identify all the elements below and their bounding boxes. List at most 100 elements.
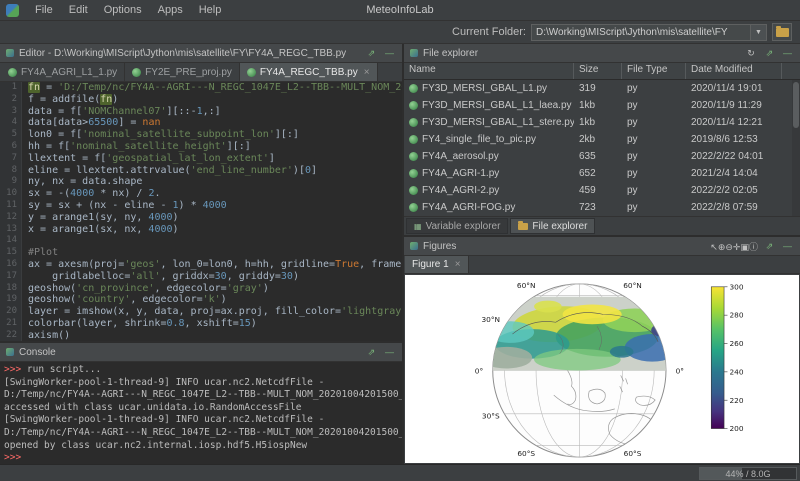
menu-apps[interactable]: Apps [150,4,191,16]
line-number: 13 [0,224,22,236]
file-modified: 2020/11/4 19:01 [686,83,782,94]
file-modified: 2021/2/4 14:04 [686,168,782,179]
figure-canvas[interactable]: 300280260240220200 60°N60°N30°N0°0°30°S6… [405,275,799,463]
file-row[interactable]: FY3D_MERSI_GBAL_L1.py319py2020/11/4 19:0… [404,80,800,97]
menu-file[interactable]: File [27,4,61,16]
chevron-down-icon[interactable]: ▼ [750,25,766,40]
python-file-icon [409,118,418,127]
file-name: FY4A_AGRI-2.py [404,185,574,196]
code-line[interactable]: 1fn = 'D:/Temp/nc/FY4A--AGRI---N_REGC_10… [0,82,402,94]
figure-tab-bar: Figure 1 × [404,256,800,274]
tab-close-icon[interactable]: × [455,259,461,270]
scrollbar-thumb[interactable] [793,82,799,128]
editor-tab[interactable]: FY4A_REGC_TBB.py × [240,63,378,81]
file-type: py [622,168,686,179]
file-modified: 2020/11/4 12:21 [686,117,782,128]
console-line: D:/Temp/nc/FY4A--AGRI---N_REGC_1047E_L2-… [4,427,398,440]
memory-indicator[interactable]: 44% / 8.0G [699,467,797,480]
float-panel-icon[interactable]: ⇗ [763,241,776,252]
console-output[interactable]: >>> run script... [SwingWorker-pool-1-thr… [0,362,402,464]
file-row[interactable]: FY4A_AGRI-1.py652py2021/2/4 14:04 [404,165,800,182]
bottom-tab-file-explorer[interactable]: File explorer [510,218,595,234]
minimize-panel-icon[interactable]: — [781,241,794,251]
grid-label: 60°S [517,449,535,458]
file-row[interactable]: FY4A_AGRI-2.py459py2022/2/2 02:05 [404,182,800,199]
line-number: 7 [0,153,22,165]
file-row[interactable]: FY4A_aerosol.py635py2022/2/22 04:01 [404,148,800,165]
code-line[interactable]: 21colorbar(layer, shrink=0.8, xshift=15) [0,318,402,330]
minimize-panel-icon[interactable]: — [383,347,396,357]
float-panel-icon[interactable]: ⇗ [365,347,378,358]
figure-toolbar: ↖⊕⊖✛▣ⓘ [710,240,758,253]
grid-label: 60°N [623,281,642,290]
line-number: 19 [0,294,22,306]
tab-close-icon[interactable]: × [364,67,370,78]
editor-tab[interactable]: FY2E_PRE_proj.py [125,63,240,81]
code-line[interactable]: 17 gridlabelloc='all', griddx=30, griddy… [0,271,402,283]
grid-label: 60°N [517,281,536,290]
browse-folder-button[interactable] [772,23,792,41]
file-explorer-panel: File explorer ↻ ⇗ — NameSizeFile TypeDat… [404,44,800,237]
grid-icon: ▦ [414,222,422,231]
zoom-out-icon[interactable]: ⊖ [725,242,733,252]
float-panel-icon[interactable]: ⇗ [365,48,378,59]
code-line[interactable]: 9ny, nx = data.shape [0,176,402,188]
code-editor[interactable]: 1fn = 'D:/Temp/nc/FY4A--AGRI---N_REGC_10… [0,82,402,341]
folder-icon [518,223,528,230]
code-line[interactable]: 5lon0 = f['nominal_satellite_subpoint_lo… [0,129,402,141]
file-size: 1kb [574,100,622,111]
full-extent-icon[interactable]: ▣ [740,242,749,252]
code-line[interactable]: 4data[data>65500] = nan [0,117,402,129]
bottom-tab-variable-explorer[interactable]: ▦Variable explorer [406,218,508,234]
menu-edit[interactable]: Edit [61,4,96,16]
code-line[interactable]: 16ax = axesm(proj='geos', lon_0=lon0, h=… [0,259,402,271]
code-line[interactable]: 22axism() [0,330,402,341]
file-row[interactable]: FY4_single_file_to_pic.py2kbpy2019/8/6 1… [404,131,800,148]
code-line[interactable]: 18geoshow('cn_province', edgecolor='gray… [0,283,402,295]
minimize-panel-icon[interactable]: — [383,48,396,58]
status-bar: 44% / 8.0G [0,464,800,481]
select-arrow-icon[interactable]: ↖ [710,242,718,252]
code-line[interactable]: 20layer = imshow(x, y, data, proj=ax.pro… [0,306,402,318]
column-header-file-type[interactable]: File Type [622,63,686,79]
code-line[interactable]: 14 [0,235,402,247]
editor-panel-header: Editor - D:\Working\MIScript\Jython\mis\… [0,44,402,63]
file-name: FY3D_MERSI_GBAL_L1.py [404,83,574,94]
code-line[interactable]: 11sy = sx + (nx - eline - 1) * 4000 [0,200,402,212]
editor-panel: Editor - D:\Working\MIScript\Jython\mis\… [0,44,402,343]
file-row[interactable]: FY3D_MERSI_GBAL_L1_laea.py1kbpy2020/11/9… [404,97,800,114]
identify-icon[interactable]: ⓘ [749,242,758,252]
python-file-icon [409,186,418,195]
file-size: 723 [574,202,622,213]
scrollbar[interactable] [792,80,800,216]
editor-tab[interactable]: FY4A_AGRI_L1_1.py [1,63,125,81]
file-table-header: NameSizeFile TypeDate Modified [404,63,800,80]
code-line[interactable]: 10sx = -(4000 * nx) / 2. [0,188,402,200]
code-line[interactable]: 6hh = f['nominal_satellite_height'][:] [0,141,402,153]
float-panel-icon[interactable]: ⇗ [763,48,776,59]
code-line[interactable]: 13x = arange1(sx, nx, 4000) [0,224,402,236]
file-row[interactable]: FY3D_MERSI_GBAL_L1_stere.py1kbpy2020/11/… [404,114,800,131]
menu-help[interactable]: Help [191,4,230,16]
console-panel-icon [6,348,14,356]
python-file-icon [8,68,17,77]
column-header-name[interactable]: Name [404,63,574,79]
code-line[interactable]: 12y = arange1(sy, ny, 4000) [0,212,402,224]
menu-options[interactable]: Options [96,4,150,16]
minimize-panel-icon[interactable]: — [781,48,794,58]
code-line[interactable]: 8eline = llextent.attrvalue('end_line_nu… [0,165,402,177]
code-line[interactable]: 19geoshow('country', edgecolor='k') [0,294,402,306]
code-line[interactable]: 2f = addfile(fn) [0,94,402,106]
console-line: >>> run script... [4,364,398,377]
code-line[interactable]: 3data = f['NOMChannel07'][::-1,:] [0,106,402,118]
figure-tab[interactable]: Figure 1 × [405,256,469,273]
column-header-date-modified[interactable]: Date Modified [686,63,782,79]
figure-plot: 300280260240220200 60°N60°N30°N0°0°30°S6… [405,275,799,463]
code-line[interactable]: 15#Plot [0,247,402,259]
refresh-icon[interactable]: ↻ [744,48,758,59]
file-row[interactable]: FY4A_AGRI-FOG.py723py2022/2/8 07:59 [404,199,800,216]
console-line: [SwingWorker-pool-1-thread-9] INFO ucar.… [4,414,398,427]
current-folder-combobox[interactable]: D:\Working\MIScript\Jython\mis\satellite… [531,24,767,41]
column-header-size[interactable]: Size [574,63,622,79]
code-line[interactable]: 7llextent = f['geospatial_lat_lon_extent… [0,153,402,165]
